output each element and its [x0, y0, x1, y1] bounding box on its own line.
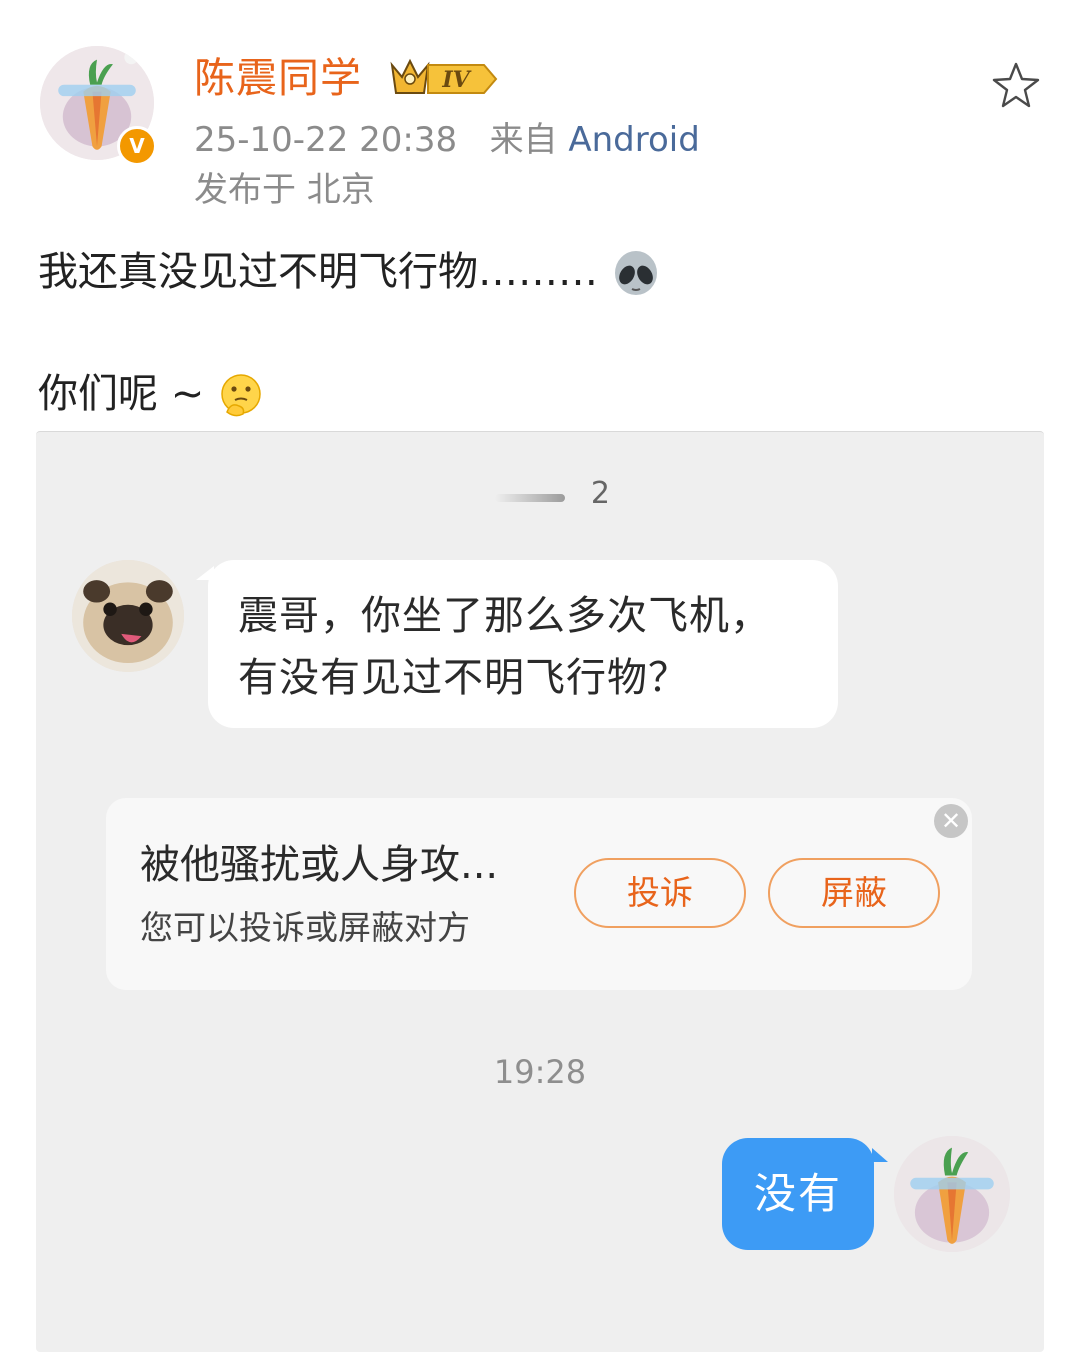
verified-icon: V [117, 126, 157, 166]
report-card-title: 被他骚扰或人身攻... [140, 842, 499, 888]
my-bubble-tail [872, 1148, 888, 1162]
block-button[interactable]: 屏蔽 [768, 858, 940, 928]
post-source[interactable]: Android [568, 120, 699, 160]
post-timestamp: 25-10-22 20:38 [194, 120, 458, 160]
post-text-1: 我还真没见过不明飞行物……… [38, 249, 598, 295]
friend-message-line-2: 有没有见过不明飞行物？ [238, 655, 689, 701]
vip-level-text: IV [441, 67, 471, 93]
chat-title: 2 [590, 476, 610, 511]
post-text-line-1: 我还真没见过不明飞行物……… [38, 246, 661, 299]
my-message-bubble[interactable]: 没有 [722, 1138, 874, 1250]
alien-emoji-icon [614, 251, 657, 295]
friend-avatar [72, 560, 184, 672]
post-text-line-2: 你们呢 ~ [38, 368, 265, 420]
chat-timestamp: 19:28 [493, 1053, 587, 1091]
vip-crown-icon[interactable]: IV [388, 55, 498, 99]
report-button[interactable]: 投诉 [574, 858, 746, 928]
star-icon[interactable] [990, 60, 1042, 112]
carrot-avatar-image [894, 1136, 1010, 1252]
thinking-emoji-icon [221, 374, 261, 417]
source-prefix: 来自 [489, 120, 558, 160]
post-text-2: 你们呢 ~ [38, 371, 205, 417]
close-icon[interactable]: ✕ [934, 804, 968, 838]
my-avatar [894, 1136, 1010, 1252]
pug-avatar-image [72, 560, 184, 672]
author-name[interactable]: 陈震同学 [194, 50, 362, 106]
friend-message-line-1: 震哥，你坐了那么多次飞机， [238, 593, 771, 639]
post-location: 发布于 北京 [194, 170, 375, 210]
report-card-subtitle: 您可以投诉或屏蔽对方 [140, 908, 470, 947]
post-meta: 25-10-22 20:38 来自 Android [194, 118, 700, 162]
